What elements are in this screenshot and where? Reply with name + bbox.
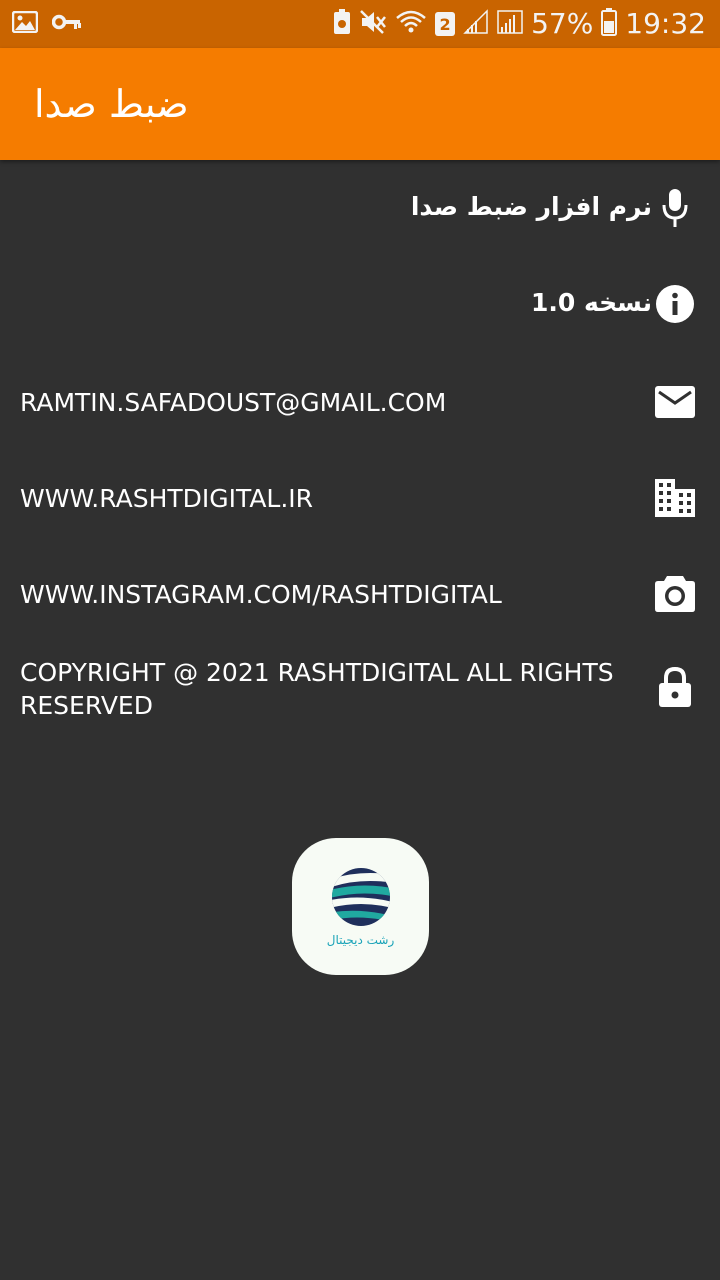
building-icon — [654, 477, 696, 519]
instagram-link[interactable]: WWW.INSTAGRAM.COM/RASHTDIGITAL — [20, 578, 502, 611]
clock: 19:32 — [625, 7, 706, 40]
about-row-email[interactable]: RAMTIN.SAFADOUST@GMAIL.COM — [0, 378, 720, 426]
app-name-text: نرم افزار ضبط صدا — [410, 192, 652, 221]
about-row-app-name: نرم افزار ضبط صدا — [0, 182, 720, 234]
signal-icon-2 — [497, 9, 523, 39]
vpn-key-icon — [51, 13, 82, 35]
mute-icon — [359, 9, 387, 39]
sim-slot-badge: 2 — [435, 12, 456, 36]
about-row-website[interactable]: WWW.RASHTDIGITAL.IR — [0, 474, 720, 522]
logo-caption: رشت دیجیتال — [326, 932, 395, 947]
copyright-line-1: COPYRIGHT @ 2021 RASHTDIGITAL ALL RIGHTS — [20, 658, 614, 687]
version-text: نسخه 1.0 — [530, 288, 652, 317]
app-bar: ضبط صدا — [0, 48, 720, 160]
gallery-notification-icon — [11, 10, 39, 37]
company-logo: رشت دیجیتال — [292, 838, 429, 975]
copyright-text: COPYRIGHT @ 2021 RASHTDIGITAL ALL RIGHTS… — [20, 656, 614, 722]
camera-icon — [654, 573, 696, 615]
status-left-icons — [11, 10, 96, 37]
status-bar: 2 57% 19:32 — [0, 0, 720, 48]
battery-saver-icon — [333, 9, 351, 39]
about-row-copyright: COPYRIGHT @ 2021 RASHTDIGITAL ALL RIGHTS… — [0, 654, 720, 726]
globe-logo-icon — [331, 867, 391, 931]
microphone-icon — [654, 187, 696, 229]
about-row-version: نسخه 1.0 — [0, 280, 720, 332]
copyright-line-2: RESERVED — [20, 691, 153, 720]
mail-icon — [654, 381, 696, 423]
battery-percent: 57% — [531, 7, 594, 40]
battery-icon — [601, 8, 618, 40]
about-row-instagram[interactable]: WWW.INSTAGRAM.COM/RASHTDIGITAL — [0, 570, 720, 618]
app-title: ضبط صدا — [34, 82, 189, 126]
website-link[interactable]: WWW.RASHTDIGITAL.IR — [20, 482, 313, 515]
signal-icon-1 — [463, 9, 489, 39]
email-link[interactable]: RAMTIN.SAFADOUST@GMAIL.COM — [20, 386, 446, 419]
status-right-icons: 2 57% 19:32 — [325, 0, 706, 48]
wifi-icon — [395, 9, 427, 39]
info-icon — [654, 283, 696, 325]
lock-icon — [654, 666, 696, 708]
